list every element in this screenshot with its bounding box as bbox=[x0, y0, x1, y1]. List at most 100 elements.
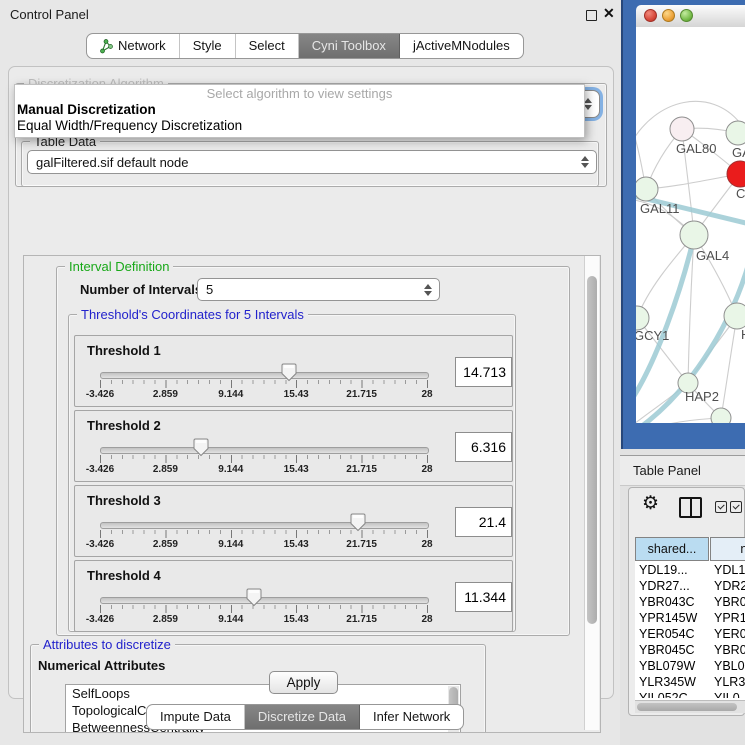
table-data-combobox[interactable]: galFiltered.sif default node bbox=[27, 150, 597, 174]
tab-label: Discretize Data bbox=[258, 705, 346, 729]
threshold-slider-track[interactable] bbox=[100, 597, 429, 604]
tab-cyni-toolbox[interactable]: Cyni Toolbox bbox=[299, 34, 400, 58]
tick-label: 15.43 bbox=[284, 464, 309, 475]
tab-label: jActiveMNodules bbox=[413, 34, 510, 58]
tick-label: 9.144 bbox=[218, 614, 243, 625]
tick-label: 21.715 bbox=[346, 614, 377, 625]
bottom-tab-discretize-data[interactable]: Discretize Data bbox=[245, 705, 360, 729]
tick-label: 28 bbox=[421, 389, 432, 400]
table-row[interactable]: YIL052CYIL0... bbox=[635, 690, 745, 698]
cell-name: YDL1... bbox=[714, 562, 745, 578]
table-row[interactable]: YDL19...YDL1... bbox=[635, 562, 745, 578]
thresholds-group-title: Threshold's Coordinates for 5 Intervals bbox=[77, 307, 308, 322]
network-node-gal80[interactable] bbox=[670, 117, 694, 141]
tab-jactivemnodules[interactable]: jActiveMNodules bbox=[400, 34, 523, 58]
slider-ticks bbox=[100, 455, 428, 463]
tick-label: 2.859 bbox=[153, 464, 178, 475]
tick-label: -3.426 bbox=[86, 614, 114, 625]
close-icon[interactable]: ✕ bbox=[603, 5, 615, 22]
threshold-slider-thumb[interactable] bbox=[281, 363, 297, 382]
checkbox-icon[interactable] bbox=[715, 501, 727, 513]
cyni-toolbox-panel: Discretization Algorithm Table Data galF… bbox=[8, 66, 614, 699]
settings-scrollbar-track[interactable] bbox=[584, 256, 599, 730]
bottom-tab-impute-data[interactable]: Impute Data bbox=[147, 705, 245, 729]
cell-shared-name: YBR045C bbox=[639, 642, 695, 658]
network-canvas[interactable]: GAL80GACGAL11GAL4GCY1HHAP2 bbox=[636, 27, 745, 423]
algorithm-option[interactable]: Equal Width/Frequency Discretization bbox=[15, 118, 584, 134]
thresholds-group: Threshold's Coordinates for 5 Intervals … bbox=[68, 314, 516, 632]
gear-icon[interactable]: ⚙ bbox=[642, 493, 659, 515]
minimize-button[interactable] bbox=[662, 9, 675, 22]
threshold-value-field[interactable]: 11.344 bbox=[455, 582, 512, 612]
columns-icon[interactable] bbox=[679, 497, 702, 518]
threshold-slider-thumb[interactable] bbox=[350, 513, 366, 532]
node-label: GA bbox=[732, 145, 745, 160]
column-header-name[interactable]: na... bbox=[710, 537, 745, 561]
cell-shared-name: YBL079W bbox=[639, 658, 695, 674]
threshold-slider-thumb[interactable] bbox=[193, 438, 209, 457]
tab-label: Infer Network bbox=[373, 705, 450, 729]
table-panel: ⚙ shared... na... YDL19...YDL1...YDR27..… bbox=[628, 487, 745, 716]
threshold-slider-track[interactable] bbox=[100, 522, 429, 529]
tick-label: 2.859 bbox=[153, 389, 178, 400]
float-window-icon[interactable] bbox=[586, 10, 597, 21]
number-of-intervals-value: 5 bbox=[206, 282, 213, 297]
node-label: HAP2 bbox=[685, 389, 719, 404]
bottom-tab-infer-network[interactable]: Infer Network bbox=[360, 705, 463, 729]
tab-label: Network bbox=[118, 34, 166, 58]
table-row[interactable]: YPR145WYPR1... bbox=[635, 610, 745, 626]
tick-label: 2.859 bbox=[153, 614, 178, 625]
network-node[interactable] bbox=[711, 408, 731, 423]
combobox-arrows-icon[interactable] bbox=[580, 156, 589, 168]
tick-label: -3.426 bbox=[86, 539, 114, 550]
algorithm-hint: Select algorithm to view settings bbox=[15, 85, 584, 102]
algorithm-option[interactable]: Manual Discretization bbox=[15, 102, 584, 118]
cell-name: YIL0... bbox=[714, 690, 745, 698]
tab-style[interactable]: Style bbox=[180, 34, 236, 58]
threshold-value-field[interactable]: 14.713 bbox=[455, 357, 512, 387]
cell-shared-name: YER054C bbox=[639, 626, 695, 642]
network-node-gal11[interactable] bbox=[636, 177, 658, 201]
threshold-value-field[interactable]: 6.316 bbox=[455, 432, 512, 462]
tab-label: Cyni Toolbox bbox=[312, 34, 386, 58]
number-of-intervals-combobox[interactable]: 5 bbox=[197, 278, 440, 301]
tick-label: 9.144 bbox=[218, 389, 243, 400]
cell-name: YER0... bbox=[714, 626, 745, 642]
network-window[interactable]: GAL80GACGAL11GAL4GCY1HHAP2 bbox=[621, 0, 745, 449]
combobox-arrows-icon[interactable] bbox=[423, 284, 432, 296]
apply-button[interactable]: Apply bbox=[269, 671, 338, 694]
table-hscrollbar-thumb[interactable] bbox=[637, 703, 737, 711]
table-hscrollbar[interactable] bbox=[635, 700, 745, 713]
threshold-slider-track[interactable] bbox=[100, 447, 429, 454]
network-window-titlebar[interactable] bbox=[636, 5, 745, 28]
threshold-slider-track[interactable] bbox=[100, 372, 429, 379]
settings-scroll-pane: Interval Definition Number of Intervals … bbox=[23, 255, 601, 733]
table-row[interactable]: YLR345WYLR3... bbox=[635, 674, 745, 690]
tick-label: 15.43 bbox=[284, 539, 309, 550]
table-data-combobox-value: galFiltered.sif default node bbox=[36, 155, 188, 170]
zoom-button[interactable] bbox=[680, 9, 693, 22]
close-button[interactable] bbox=[644, 9, 657, 22]
table-row[interactable]: YDR27...YDR2... bbox=[635, 578, 745, 594]
tab-select[interactable]: Select bbox=[236, 34, 299, 58]
attribute-list-item[interactable]: SelfLoops bbox=[66, 685, 460, 702]
numerical-attributes-label: Numerical Attributes bbox=[38, 658, 165, 673]
threshold-block: Threshold 2-3.4262.8599.14415.4321.71528… bbox=[74, 410, 513, 482]
table-row[interactable]: YBL079WYBL0... bbox=[635, 658, 745, 674]
column-header-shared[interactable]: shared... bbox=[635, 537, 709, 561]
table-row[interactable]: YER054C YER0... bbox=[635, 626, 745, 642]
cell-shared-name: YPR145W bbox=[639, 610, 697, 626]
network-node-gal4[interactable] bbox=[680, 221, 708, 249]
network-node-ga[interactable] bbox=[726, 121, 745, 145]
network-node-h[interactable] bbox=[724, 303, 745, 329]
network-node-gcy1[interactable] bbox=[636, 306, 649, 330]
table-row[interactable]: YBR043CYBR0... bbox=[635, 594, 745, 610]
settings-scrollbar-thumb[interactable] bbox=[587, 276, 597, 624]
threshold-slider-thumb[interactable] bbox=[246, 588, 262, 607]
tab-network[interactable]: Network bbox=[87, 34, 180, 58]
table-row[interactable]: YBR045CYBR0... bbox=[635, 642, 745, 658]
node-label: GCY1 bbox=[636, 328, 669, 343]
checkbox-icon[interactable] bbox=[730, 501, 742, 513]
tick-label: 21.715 bbox=[346, 539, 377, 550]
threshold-value-field[interactable]: 21.4 bbox=[455, 507, 512, 537]
